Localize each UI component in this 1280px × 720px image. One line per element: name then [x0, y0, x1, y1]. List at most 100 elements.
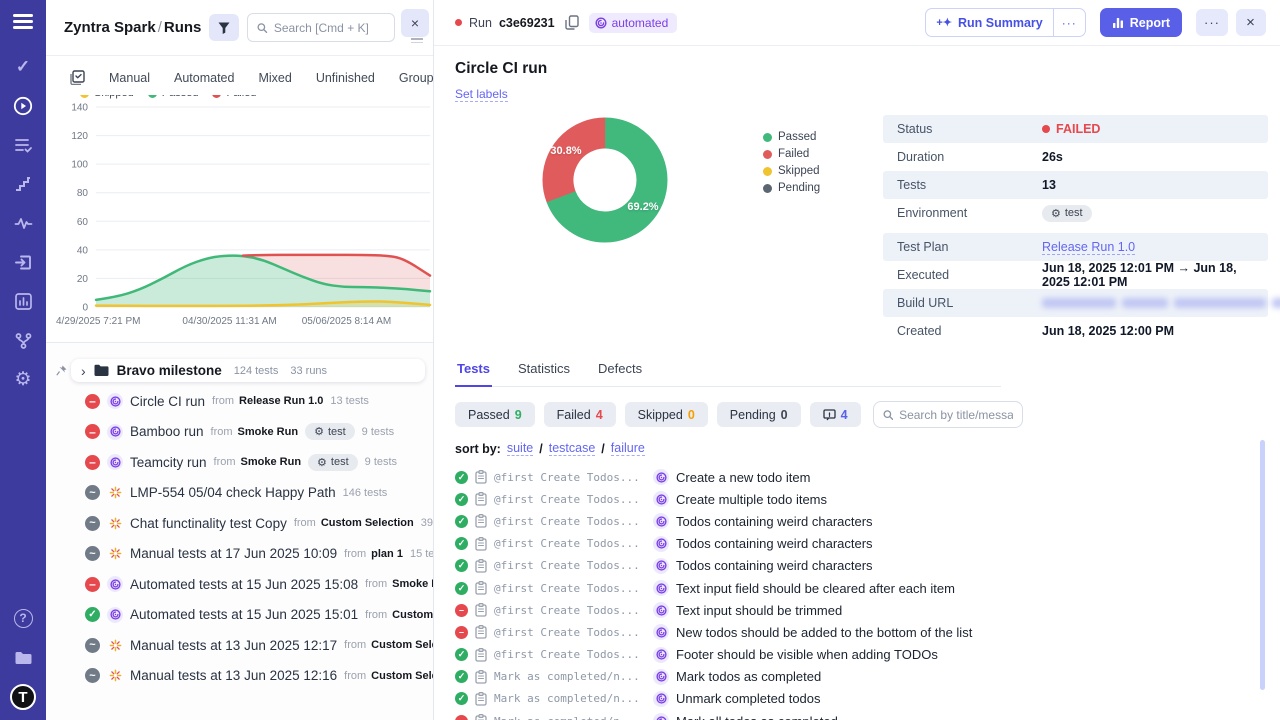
test-row[interactable]: @first Create Todos... New todos should … [455, 621, 1268, 643]
filter-pills: Passed 9 Failed 4 Skipped 0 [455, 402, 801, 427]
menu-icon[interactable] [13, 14, 33, 29]
from-word: from [344, 548, 366, 560]
sort-by-suite[interactable]: suite [507, 441, 533, 456]
tab-mixed[interactable]: Mixed [258, 71, 291, 85]
sort-by-failure[interactable]: failure [611, 441, 645, 456]
run-tests-count: 9 tests [362, 426, 394, 438]
sidebar-item-plans[interactable] [11, 133, 35, 157]
svg-text:80: 80 [77, 188, 89, 199]
test-row[interactable]: Mark as completed/n... Unmark completed … [455, 688, 1268, 710]
test-row[interactable]: @first Create Todos... Text input should… [455, 599, 1268, 621]
filter-pill[interactable]: Failed 4 [544, 402, 616, 427]
report-button[interactable]: Report [1100, 8, 1182, 37]
test-plan-link[interactable]: Release Run 1.0 [1042, 240, 1135, 255]
run-row[interactable]: Automated tests at 15 Jun 2025 15:01 fro… [46, 600, 433, 631]
run-row[interactable]: Chat functinality test Copy from Custom … [46, 508, 433, 539]
test-suite-name: Mark as completed/n... [494, 692, 646, 705]
sidebar-item-analytics[interactable] [11, 289, 35, 313]
run-status-icon [85, 546, 100, 561]
breadcrumb-project[interactable]: Zyntra Spark [64, 19, 156, 36]
filter-count: 0 [688, 408, 695, 422]
select-runs-icon[interactable] [70, 70, 85, 85]
run-row[interactable]: Manual tests at 17 Jun 2025 10:09 from p… [46, 539, 433, 570]
sidebar-item-settings[interactable]: ⚙ [11, 367, 35, 391]
test-row[interactable]: @first Create Todos... Todos containing … [455, 533, 1268, 555]
detail-row-test-plan: Test Plan Release Run 1.0 [883, 233, 1268, 261]
tests-search[interactable] [873, 401, 1023, 428]
close-detail-button[interactable]: × [1236, 9, 1266, 36]
test-row[interactable]: Mark as completed/n... Mark todos as com… [455, 666, 1268, 688]
from-word: from [365, 578, 387, 590]
run-summary-more-button[interactable]: ··· [1053, 9, 1085, 36]
run-origin: from plan 1 [344, 548, 403, 560]
tab-unfinished[interactable]: Unfinished [316, 71, 375, 85]
run-row[interactable]: LMP-554 05/04 check Happy Path 146 tests [46, 478, 433, 509]
test-row[interactable]: @first Create Todos... Todos containing … [455, 510, 1268, 532]
app-logo[interactable]: T [10, 684, 36, 710]
group-bravo-milestone[interactable]: › Bravo milestone 124 tests 33 runs [71, 359, 425, 382]
comments-filter-pill[interactable]: 4 [810, 402, 861, 427]
test-row[interactable]: @first Create Todos... Text input field … [455, 577, 1268, 599]
from-word: from [211, 426, 233, 438]
clipboard-icon [475, 470, 487, 484]
detail-tab[interactable]: Statistics [516, 361, 572, 386]
test-row[interactable]: Mark as completed/n... Mark all todos as… [455, 710, 1268, 720]
run-status-icon [85, 577, 100, 592]
chevron-right-icon[interactable]: › [81, 364, 86, 378]
test-status-icon [455, 715, 468, 720]
run-name: LMP-554 05/04 check Happy Path [130, 485, 336, 500]
runs-search-input[interactable] [274, 21, 385, 35]
test-row[interactable]: @first Create Todos... Footer should be … [455, 644, 1268, 666]
detail-label: Duration [897, 150, 1042, 164]
detail-label: Environment [897, 206, 1042, 220]
tab-automated[interactable]: Automated [174, 71, 234, 85]
sidebar-item-projects[interactable] [11, 645, 35, 669]
sparkle-icon: +✦ [936, 16, 952, 29]
sidebar-item-help[interactable]: ? [11, 606, 35, 630]
close-panel-button[interactable]: × [401, 9, 429, 37]
filter-button[interactable] [209, 14, 239, 41]
detail-tab[interactable]: Tests [455, 361, 492, 387]
scrollbar-thumb[interactable] [1260, 440, 1265, 690]
tab-manual[interactable]: Manual [109, 71, 150, 85]
run-summary-button[interactable]: +✦ Run Summary [926, 9, 1052, 36]
filter-pill[interactable]: Pending 0 [717, 402, 801, 427]
automated-test-icon [653, 624, 669, 640]
sidebar-item-import[interactable] [11, 250, 35, 274]
filter-pill[interactable]: Skipped 0 [625, 402, 708, 427]
test-title: Text input field should be cleared after… [676, 581, 955, 596]
sort-by-testcase[interactable]: testcase [549, 441, 596, 456]
run-status-icon [85, 485, 100, 500]
runs-search[interactable] [247, 13, 395, 42]
sidebar-item-branches[interactable] [11, 328, 35, 352]
run-row[interactable]: Automated tests at 15 Jun 2025 15:08 fro… [46, 569, 433, 600]
sidebar-item-runs[interactable] [11, 94, 35, 118]
sidebar-item-tests[interactable]: ✓ [11, 55, 35, 79]
test-row[interactable]: @first Create Todos... Todos containing … [455, 555, 1268, 577]
collapse-icon[interactable] [411, 38, 423, 43]
tests-search-input[interactable] [899, 408, 1013, 422]
donut-legend-item: Pending [763, 182, 843, 194]
test-title: Footer should be visible when adding TOD… [676, 647, 938, 662]
filter-pill[interactable]: Passed 9 [455, 402, 535, 427]
test-row[interactable]: @first Create Todos... Create multiple t… [455, 488, 1268, 510]
sidebar-item-pulse[interactable] [11, 211, 35, 235]
copy-run-id-button[interactable] [563, 13, 581, 32]
run-row[interactable]: Manual tests at 13 Jun 2025 12:17 from C… [46, 630, 433, 661]
automated-badge[interactable]: automated [589, 13, 678, 33]
sidebar-item-milestones[interactable] [11, 172, 35, 196]
run-origin-name: Custom Selection [371, 639, 433, 651]
run-row[interactable]: Manual tests at 13 Jun 2025 12:16 from C… [46, 661, 433, 692]
detail-tab[interactable]: Defects [596, 361, 644, 386]
pin-icon[interactable] [56, 365, 67, 376]
run-row[interactable]: Bamboo run from Smoke Run ⚙ test 9 tests [46, 417, 433, 448]
run-row[interactable]: Circle CI run from Release Run 1.0 13 te… [46, 386, 433, 417]
set-labels-link[interactable]: Set labels [455, 87, 508, 102]
results-donut-chart: 69.2% 30.8% [540, 115, 670, 245]
run-row[interactable]: Teamcity run from Smoke Run ⚙ test 9 tes… [46, 447, 433, 478]
environment-name: test [331, 456, 349, 468]
more-button[interactable]: ··· [1196, 9, 1228, 36]
test-row[interactable]: @first Create Todos... Create a new todo… [455, 466, 1268, 488]
legend-label: Failed [778, 148, 809, 160]
automated-run-icon [107, 393, 123, 409]
